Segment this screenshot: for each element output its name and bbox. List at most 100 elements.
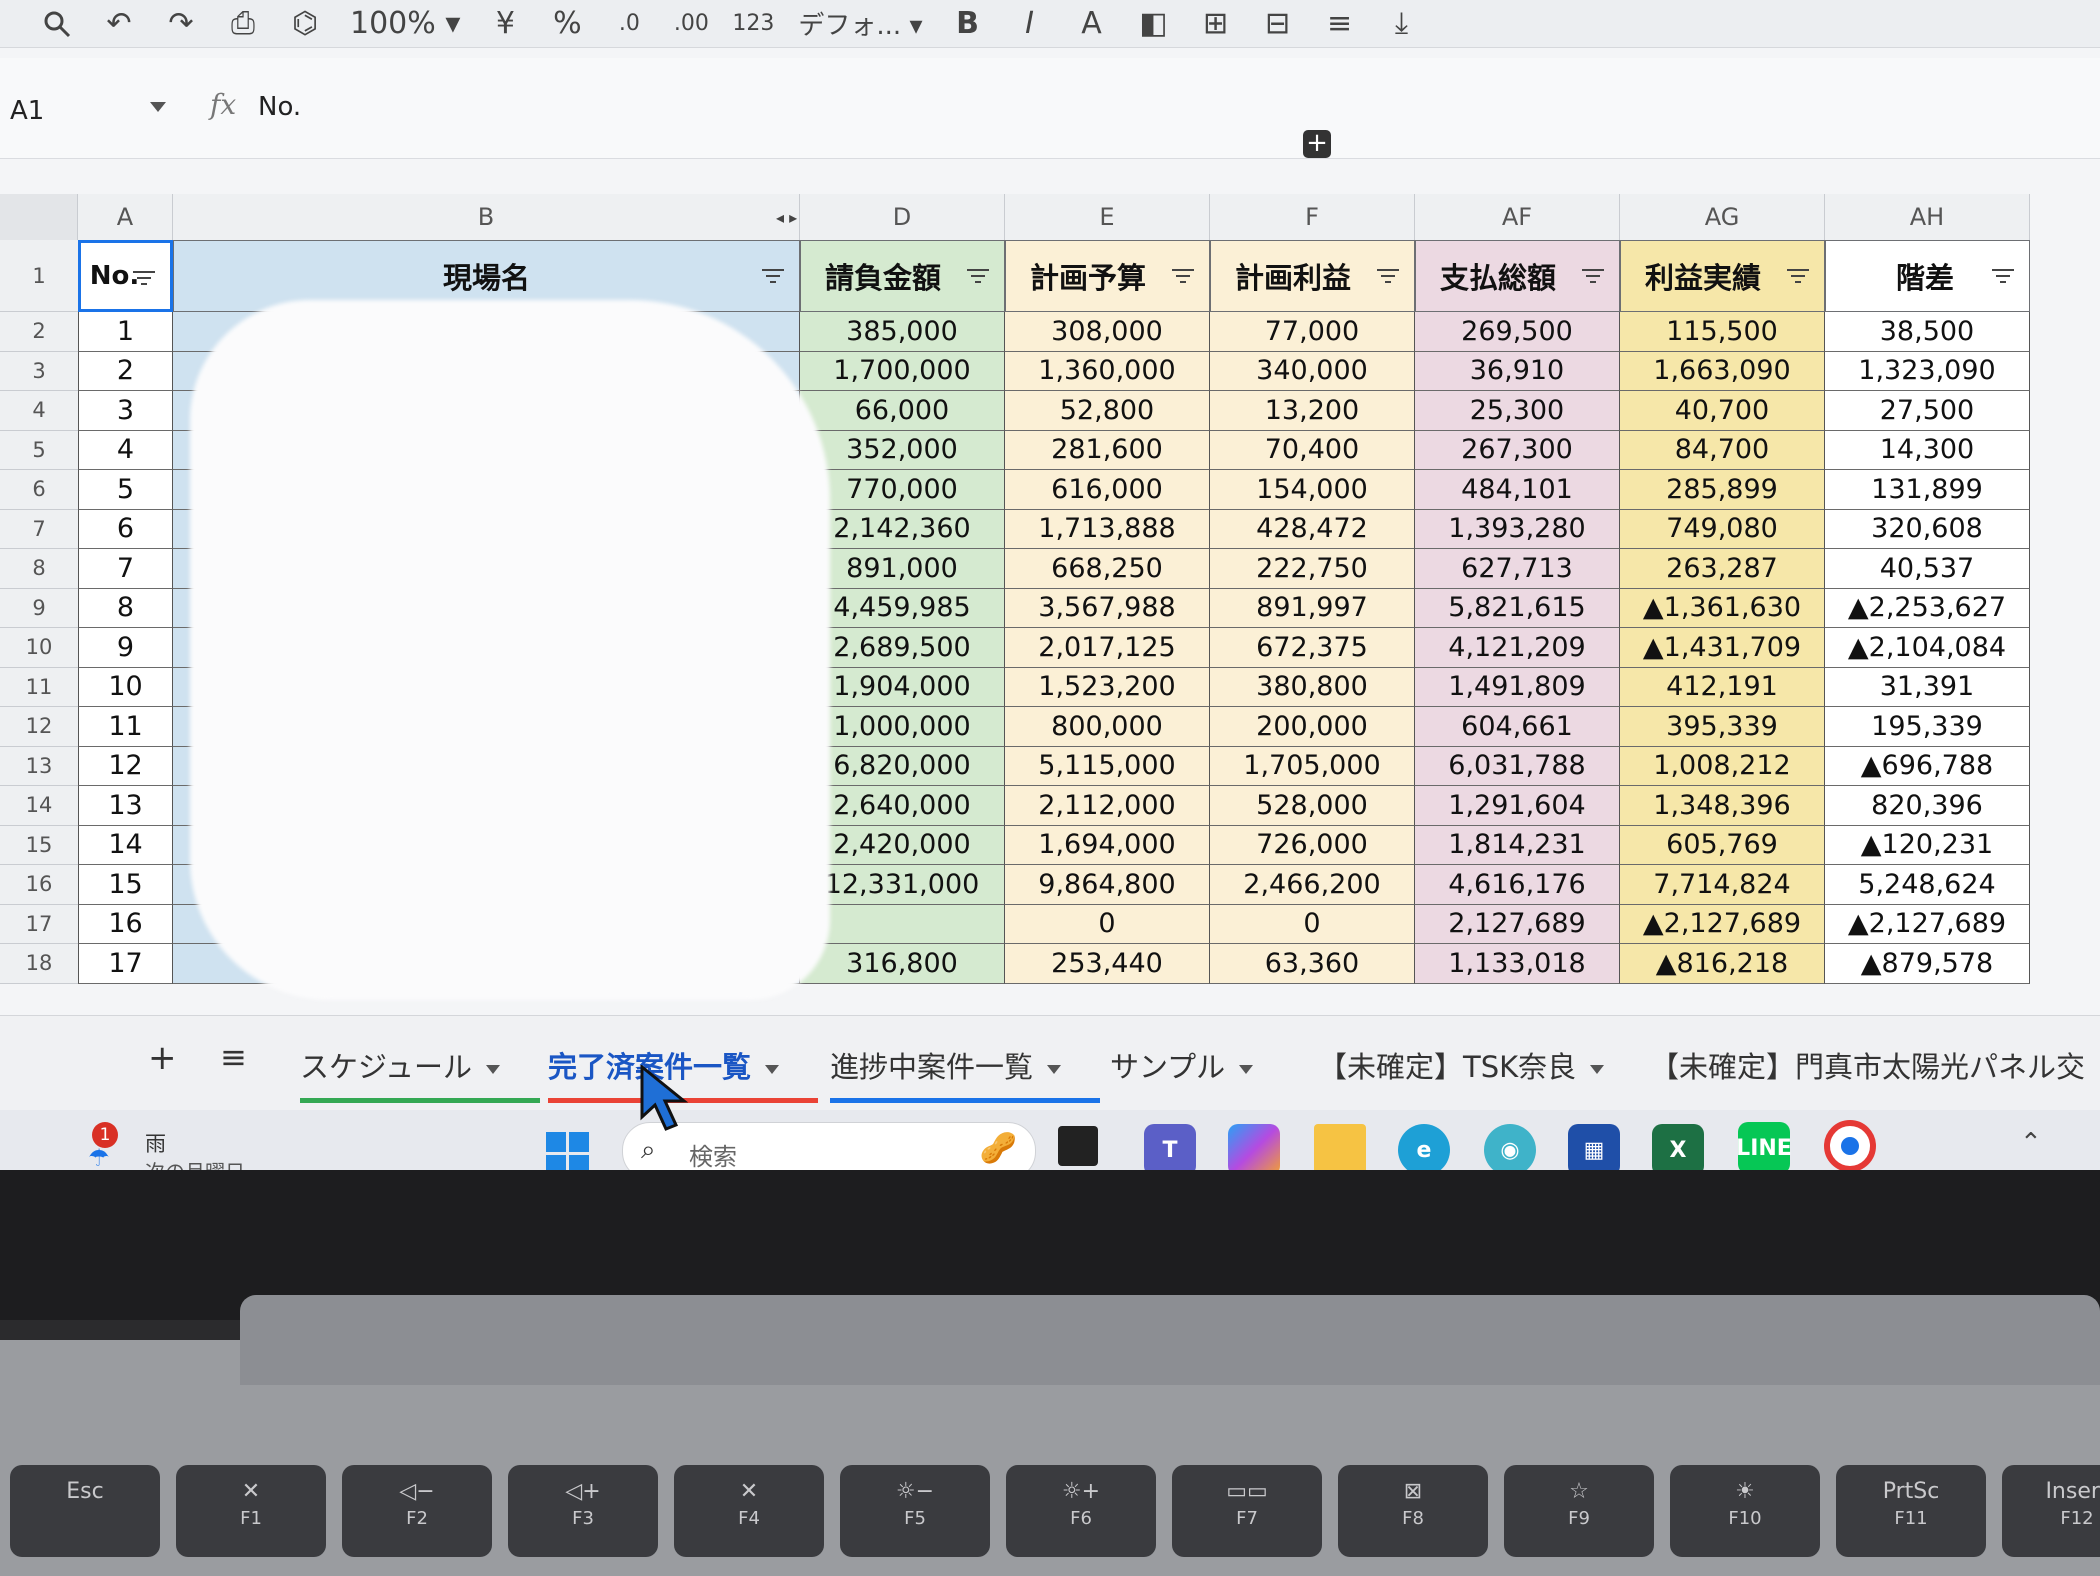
cell-total-paid[interactable]: 5,821,615 [1415, 588, 1620, 628]
print-icon[interactable]: ⎙ [226, 6, 260, 41]
row-header[interactable]: 3 [0, 351, 78, 391]
chevron-up-icon[interactable]: ⌃ [2020, 1128, 2042, 1158]
filter-icon[interactable] [1376, 269, 1400, 285]
row-header[interactable]: 15 [0, 825, 78, 865]
cell-plan-profit[interactable]: 200,000 [1210, 707, 1415, 747]
cell-total-paid[interactable]: 36,910 [1415, 351, 1620, 391]
row-header[interactable]: 2 [0, 312, 78, 352]
cell-plan-profit[interactable]: 380,800 [1210, 667, 1415, 707]
store-icon[interactable]: ▦ [1568, 1124, 1620, 1170]
cell-plan-profit[interactable]: 1,705,000 [1210, 746, 1415, 786]
cell-total-paid[interactable]: 25,300 [1415, 391, 1620, 431]
cell-plan-profit[interactable]: 63,360 [1210, 944, 1415, 984]
paint-format-icon[interactable]: ⌬ [288, 6, 322, 41]
cell-profit-actual[interactable]: 285,899 [1620, 470, 1825, 510]
cell-diff[interactable]: ▲2,104,084 [1825, 628, 2030, 668]
folder-icon[interactable] [1314, 1124, 1366, 1170]
cell-plan-profit[interactable]: 672,375 [1210, 628, 1415, 668]
cell-plan-budget[interactable]: 2,017,125 [1005, 628, 1210, 668]
cell-total-paid[interactable]: 484,101 [1415, 470, 1620, 510]
cell-plan-profit[interactable]: 428,472 [1210, 509, 1415, 549]
task-view-icon[interactable] [1058, 1126, 1098, 1166]
cell-plan-profit[interactable]: 2,466,200 [1210, 865, 1415, 905]
chevron-down-icon[interactable] [1590, 1064, 1605, 1074]
cell-profit-actual[interactable]: 412,191 [1620, 667, 1825, 707]
cell-profit-actual[interactable]: 1,008,212 [1620, 746, 1825, 786]
add-sheet-icon[interactable]: + [148, 1038, 177, 1078]
cell-contract[interactable]: 6,820,000 [800, 746, 1005, 786]
cell-diff[interactable]: 1,323,090 [1825, 351, 2030, 391]
cell-profit-actual[interactable]: 1,348,396 [1620, 786, 1825, 826]
bold-icon[interactable]: B [951, 6, 985, 41]
cell-contract[interactable]: 316,800 [800, 944, 1005, 984]
column-header-f[interactable]: F [1210, 194, 1415, 240]
cell-profit-actual[interactable]: 7,714,824 [1620, 865, 1825, 905]
filter-icon[interactable] [1581, 269, 1605, 285]
cell-no[interactable]: 12 [78, 746, 173, 786]
cell-diff[interactable]: 195,339 [1825, 707, 2030, 747]
filter-icon[interactable] [761, 269, 785, 285]
row-header[interactable]: 18 [0, 944, 78, 984]
cell-no[interactable]: 2 [78, 351, 173, 391]
cell-diff[interactable]: 320,608 [1825, 509, 2030, 549]
header-diff[interactable]: 階差 [1825, 240, 2030, 312]
cell-no[interactable]: 6 [78, 509, 173, 549]
cell-contract[interactable]: 770,000 [800, 470, 1005, 510]
sheet-tab[interactable]: 【未確定】門真市太陽光パネル交 [1650, 1044, 2085, 1086]
row-header[interactable]: 1 [0, 240, 78, 312]
filter-icon[interactable] [132, 271, 156, 287]
undo-icon[interactable]: ↶ [102, 6, 136, 41]
column-header-af[interactable]: AF [1415, 194, 1620, 240]
header-plan-budget[interactable]: 計画予算 [1005, 240, 1210, 312]
copilot-icon[interactable] [1228, 1124, 1280, 1170]
align-icon[interactable]: ≡ [1323, 6, 1357, 41]
cell-no[interactable]: 17 [78, 944, 173, 984]
cell-plan-profit[interactable]: 340,000 [1210, 351, 1415, 391]
decrease-decimal-button[interactable]: .0 [612, 7, 646, 41]
cell-total-paid[interactable]: 2,127,689 [1415, 904, 1620, 944]
collapse-columns-icon[interactable]: ◂ ▸ [776, 208, 797, 227]
header-profit-actual[interactable]: 利益実績 [1620, 240, 1825, 312]
borders-icon[interactable]: ⊞ [1199, 6, 1233, 41]
cell-profit-actual[interactable]: ▲816,218 [1620, 944, 1825, 984]
cell-contract[interactable]: 2,689,500 [800, 628, 1005, 668]
cell-no[interactable]: 9 [78, 628, 173, 668]
row-header[interactable]: 7 [0, 509, 78, 549]
cell-no[interactable]: 8 [78, 588, 173, 628]
cell-plan-budget[interactable]: 9,864,800 [1005, 865, 1210, 905]
redo-icon[interactable]: ↷ [164, 6, 198, 41]
cell-no[interactable]: 11 [78, 707, 173, 747]
cell-profit-actual[interactable]: 115,500 [1620, 312, 1825, 352]
formula-input[interactable]: No. [258, 92, 301, 122]
cell-plan-budget[interactable]: 1,713,888 [1005, 509, 1210, 549]
cell-no[interactable]: 4 [78, 430, 173, 470]
column-header-ag[interactable]: AG [1620, 194, 1825, 240]
chevron-down-icon[interactable] [1047, 1064, 1062, 1074]
cell-contract[interactable] [800, 904, 1005, 944]
row-header[interactable]: 9 [0, 588, 78, 628]
column-header-e[interactable]: E [1005, 194, 1210, 240]
chevron-down-icon[interactable] [765, 1064, 780, 1074]
header-total-paid[interactable]: 支払総額 [1415, 240, 1620, 312]
text-color-icon[interactable]: A [1075, 6, 1109, 41]
sheet-tab[interactable]: 進捗中案件一覧 [830, 1044, 1062, 1086]
cell-plan-budget[interactable]: 281,600 [1005, 430, 1210, 470]
eye-app-icon[interactable]: ◉ [1484, 1124, 1536, 1170]
cell-profit-actual[interactable]: ▲1,431,709 [1620, 628, 1825, 668]
all-sheets-icon[interactable]: ≡ [220, 1038, 247, 1076]
cell-contract[interactable]: 352,000 [800, 430, 1005, 470]
cell-total-paid[interactable]: 604,661 [1415, 707, 1620, 747]
chrome-icon[interactable] [1824, 1120, 1876, 1170]
header-contract[interactable]: 請負金額 [800, 240, 1005, 312]
cell-profit-actual[interactable]: 395,339 [1620, 707, 1825, 747]
cell-plan-budget[interactable]: 1,360,000 [1005, 351, 1210, 391]
cell-total-paid[interactable]: 269,500 [1415, 312, 1620, 352]
cell-plan-budget[interactable]: 1,523,200 [1005, 667, 1210, 707]
filter-icon[interactable] [1171, 269, 1195, 285]
fill-color-icon[interactable]: ◧ [1137, 6, 1171, 41]
sheet-tab[interactable]: サンプル [1110, 1044, 1254, 1086]
cell-contract[interactable]: 2,420,000 [800, 825, 1005, 865]
merge-icon[interactable]: ⊟ [1261, 6, 1295, 41]
font-select[interactable]: デフォ... ▾ [798, 5, 922, 42]
cell-plan-budget[interactable]: 800,000 [1005, 707, 1210, 747]
